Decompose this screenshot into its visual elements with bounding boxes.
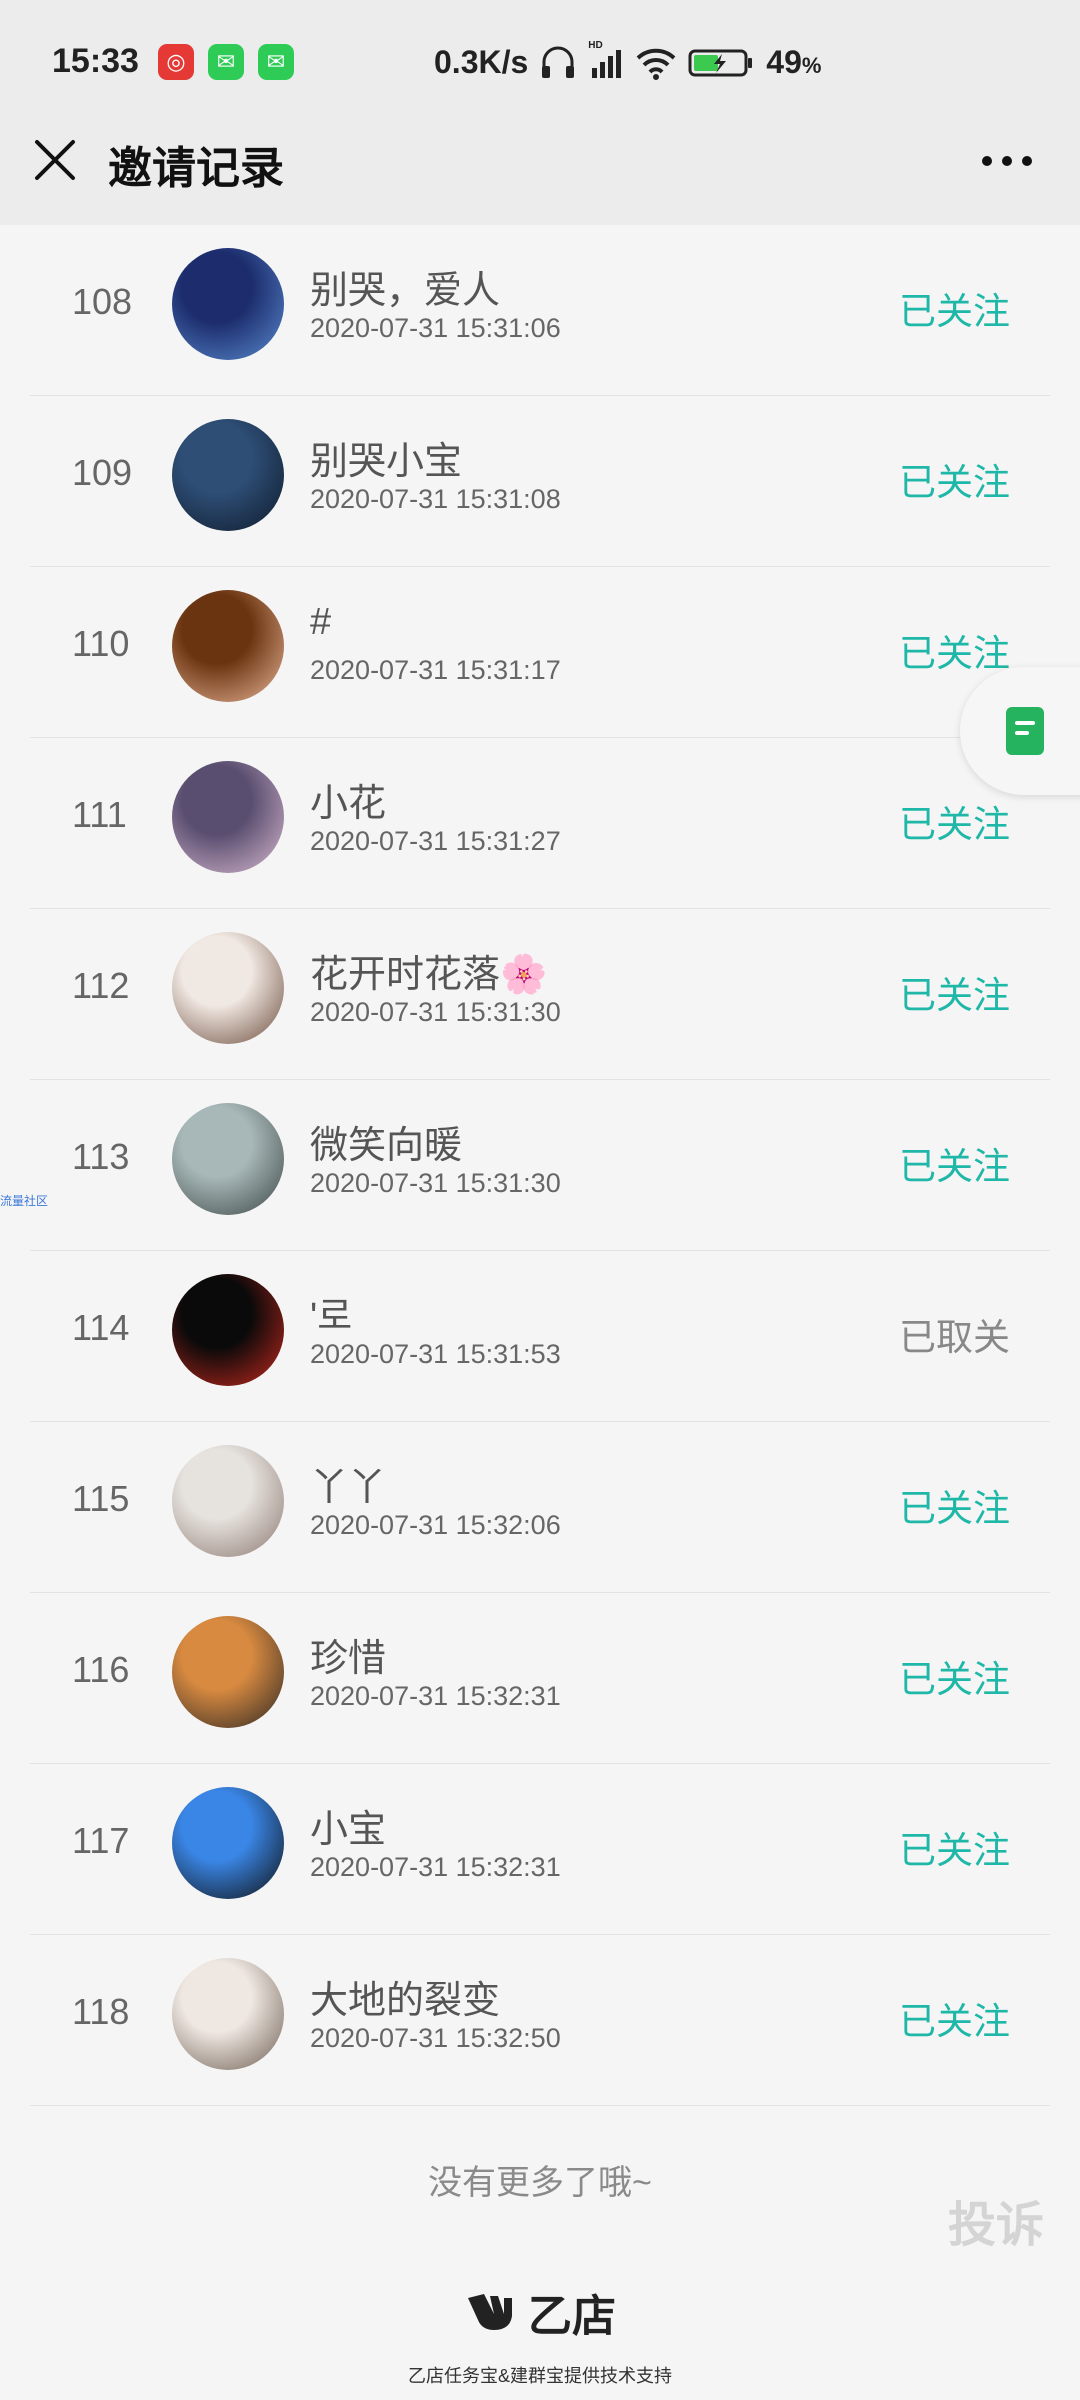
document-icon — [1006, 707, 1044, 755]
invite-time: 2020-07-31 15:32:50 — [310, 2023, 561, 2053]
list-item[interactable]: 111 小花 2020-07-31 15:31:27 已关注 — [30, 738, 1050, 909]
wechat-icon: ✉ — [208, 44, 244, 80]
no-more-text: 没有更多了哦~ — [428, 2164, 652, 2202]
user-name: 丫丫 — [310, 1467, 387, 1509]
headphones-icon — [542, 46, 575, 78]
user-name: 别哭小宝 — [310, 441, 463, 483]
follow-status: 已取关 — [899, 1317, 1010, 1358]
row-index: 115 — [72, 1478, 130, 1519]
follow-status: 已关注 — [899, 1659, 1010, 1700]
wechat-icon-2: ✉ — [258, 44, 294, 80]
invite-time: 2020-07-31 15:31:30 — [310, 997, 561, 1027]
follow-status: 已关注 — [899, 1146, 1010, 1187]
close-icon — [35, 140, 75, 180]
list-item[interactable]: 117 小宝 2020-07-31 15:32:31 已关注 — [30, 1764, 1050, 1935]
invite-time: 2020-07-31 15:31:06 — [310, 313, 561, 343]
row-index: 108 — [72, 281, 133, 322]
avatar[interactable] — [172, 590, 284, 702]
user-name: 小宝 — [310, 1809, 387, 1851]
list-item[interactable]: 112 花开时花落🌸 2020-07-31 15:31:30 已关注 — [30, 909, 1050, 1080]
list-item[interactable]: 118 大地的裂变 2020-07-31 15:32:50 已关注 — [30, 1935, 1050, 2106]
nav-bar: 邀请记录 — [0, 100, 1080, 225]
list-item[interactable]: 109 别哭小宝 2020-07-31 15:31:08 已关注 — [30, 396, 1050, 567]
list-item[interactable]: 115 丫丫 2020-07-31 15:32:06 已关注 — [30, 1422, 1050, 1593]
list-item[interactable]: 110 #2020-07-31 15:31:17 已关注 — [30, 567, 1050, 738]
avatar[interactable] — [172, 1445, 284, 1557]
more-dot-icon — [1022, 156, 1032, 166]
brand-support-text: 乙店任务宝&建群宝提供技术支持 — [407, 2366, 672, 2386]
avatar[interactable] — [172, 419, 284, 531]
user-name: 大地的裂变 — [310, 1980, 501, 2022]
row-index: 116 — [72, 1649, 130, 1690]
invite-time: 2020-07-31 15:31:27 — [310, 826, 561, 856]
row-index: 110 — [72, 623, 130, 664]
invite-time: 2020-07-31 15:31:08 — [310, 484, 561, 514]
brand-logo: 乙店 — [464, 2280, 616, 2344]
user-name: 微笑向暖 — [310, 1125, 463, 1167]
complain-link[interactable]: 投诉 — [948, 2185, 1044, 2255]
avatar[interactable] — [172, 1787, 284, 1899]
follow-status: 已关注 — [899, 1830, 1010, 1871]
row-index: 109 — [72, 452, 133, 493]
list-item[interactable]: 108 别哭，爱人 2020-07-31 15:31:06 已关注 — [30, 225, 1050, 396]
more-button[interactable] — [982, 156, 1032, 166]
page-title: 邀请记录 — [108, 144, 284, 193]
follow-status: 已关注 — [899, 462, 1010, 503]
network-speed: 0.3K/s — [434, 44, 529, 80]
avatar[interactable] — [172, 1616, 284, 1728]
battery-level: 49% — [766, 44, 822, 80]
more-dot-icon — [1002, 156, 1012, 166]
user-name: 珍惜 — [310, 1638, 387, 1680]
invite-time: 2020-07-31 15:31:53 — [310, 1339, 561, 1369]
user-name: 花开时花落🌸 — [310, 954, 548, 996]
list-item[interactable]: 116 珍惜 2020-07-31 15:32:31 已关注 — [30, 1593, 1050, 1764]
row-index: 112 — [72, 965, 130, 1006]
follow-status: 已关注 — [899, 975, 1010, 1016]
invite-time: 2020-07-31 15:31:17 — [310, 655, 561, 685]
row-index: 111 — [72, 794, 127, 835]
avatar[interactable] — [172, 1958, 284, 2070]
row-index: 114 — [72, 1307, 130, 1348]
more-dot-icon — [982, 156, 992, 166]
invite-time: 2020-07-31 15:31:30 — [310, 1168, 561, 1198]
status-time: 15:33 — [52, 42, 139, 80]
avatar[interactable] — [172, 761, 284, 873]
network-group: 0.3K/s HD 49% — [434, 40, 822, 81]
avatar[interactable] — [172, 1274, 284, 1386]
battery-icon — [688, 49, 753, 76]
floating-doc-button[interactable] — [960, 667, 1080, 795]
follow-status: 已关注 — [899, 633, 1010, 674]
avatar[interactable] — [172, 932, 284, 1044]
list-item[interactable]: 113 微笑向暖 2020-07-31 15:31:30 已关注 — [30, 1080, 1050, 1251]
hand-logo-icon — [468, 2294, 512, 2330]
follow-status: 已关注 — [899, 804, 1010, 845]
follow-status: 已关注 — [899, 1488, 1010, 1529]
user-name: # — [310, 601, 332, 643]
close-button[interactable] — [30, 135, 80, 185]
wifi-icon — [636, 48, 676, 80]
invite-time: 2020-07-31 15:32:31 — [310, 1681, 561, 1711]
avatar[interactable] — [172, 248, 284, 360]
signal-icon: HD — [588, 40, 624, 80]
follow-status: 已关注 — [899, 291, 1010, 332]
row-index: 118 — [72, 1991, 130, 2032]
row-index: 117 — [72, 1820, 130, 1861]
invite-time: 2020-07-31 15:32:06 — [310, 1510, 561, 1540]
follow-status: 已关注 — [899, 2001, 1010, 2042]
side-watermark: 流量社区 — [0, 1194, 49, 1208]
user-name: 小花 — [310, 783, 387, 825]
row-index: 113 — [72, 1136, 130, 1177]
brand-name: 乙店 — [528, 2292, 616, 2341]
list-item[interactable]: 114 '로 2020-07-31 15:31:53 已取关 — [30, 1251, 1050, 1422]
avatar[interactable] — [172, 1103, 284, 1215]
user-name: '로 — [310, 1296, 353, 1338]
user-name: 别哭，爱人 — [310, 270, 501, 312]
netease-music-icon: ◎ — [158, 44, 194, 80]
invite-time: 2020-07-31 15:32:31 — [310, 1852, 561, 1882]
brand-footer: 乙店 乙店任务宝&建群宝提供技术支持 — [0, 2280, 1080, 2388]
invite-list: 108 别哭，爱人 2020-07-31 15:31:06 已关注 109 别哭小宝 202… — [30, 225, 1050, 2106]
